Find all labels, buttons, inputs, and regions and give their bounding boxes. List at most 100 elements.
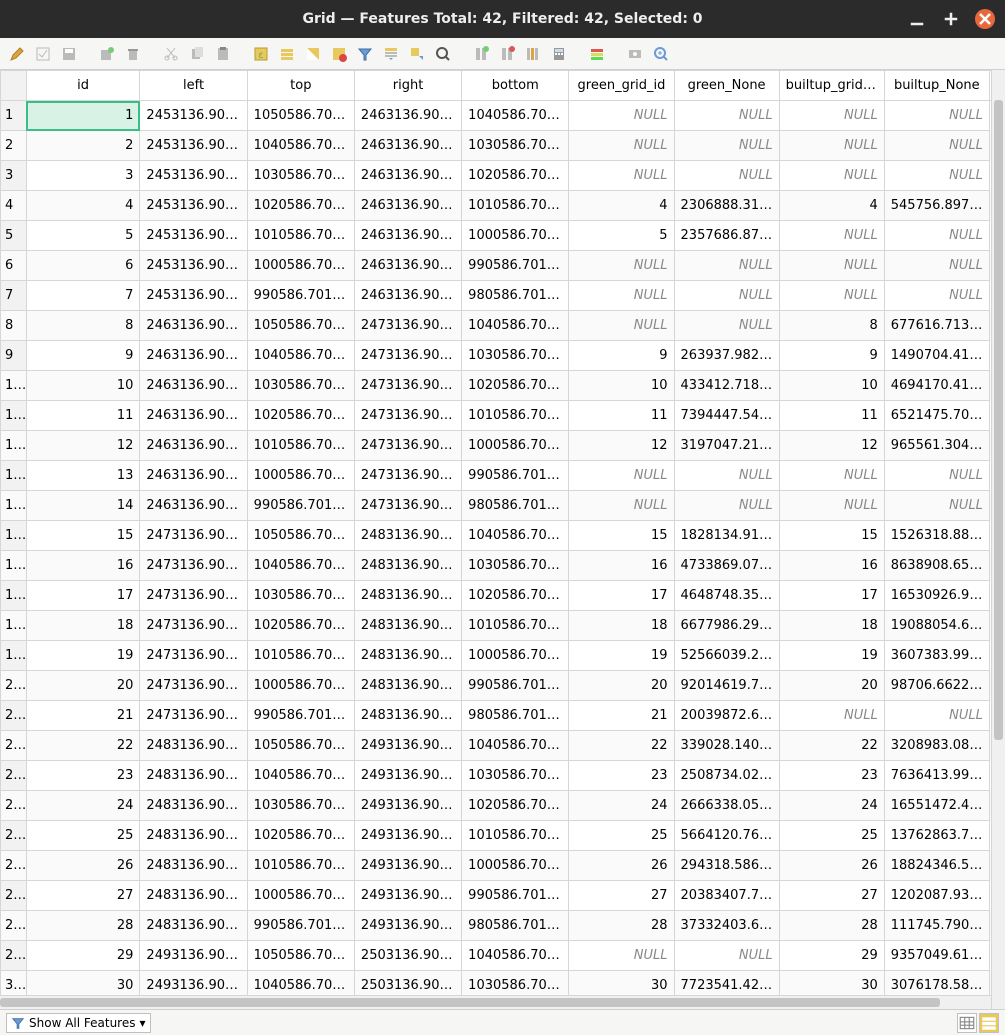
cell[interactable]: 1010586.70… (247, 851, 354, 881)
cell[interactable]: NULL (674, 311, 779, 341)
cell[interactable]: 4648748.35… (674, 581, 779, 611)
select-all-icon[interactable] (276, 43, 298, 65)
cell[interactable]: 2473136.90… (140, 551, 247, 581)
cell[interactable]: NULL (779, 221, 884, 251)
cell[interactable]: 9 (569, 341, 674, 371)
row-number[interactable]: 1 (1, 101, 27, 131)
cell[interactable]: 15 (26, 521, 140, 551)
cell[interactable]: 2306888.31… (674, 191, 779, 221)
cell[interactable]: 23 (569, 761, 674, 791)
cell[interactable]: 21 (569, 701, 674, 731)
cell[interactable]: 27 (26, 881, 140, 911)
cell[interactable]: 22 (779, 731, 884, 761)
cell[interactable]: 18 (569, 611, 674, 641)
cell[interactable]: 4 (569, 191, 674, 221)
cell[interactable]: NULL (884, 701, 989, 731)
cell[interactable]: 2483136.90… (354, 521, 461, 551)
cell[interactable]: 4694170.41… (884, 371, 989, 401)
cell[interactable]: 1000586.70… (247, 881, 354, 911)
cell[interactable]: 2493136.90… (140, 941, 247, 971)
cell[interactable]: 28 (26, 911, 140, 941)
organize-columns-icon[interactable] (522, 43, 544, 65)
row-number[interactable]: 16 (1, 551, 27, 581)
cell[interactable]: 2453136.90… (140, 191, 247, 221)
cell[interactable]: 3208983.08… (884, 731, 989, 761)
cell[interactable]: 1010586.70… (247, 641, 354, 671)
cell[interactable]: 2483136.90… (354, 701, 461, 731)
table-viewport[interactable]: id left top right bottom green_grid_id g… (0, 70, 1005, 1009)
cell[interactable]: 1050586.70… (247, 941, 354, 971)
cell[interactable]: 27 (569, 881, 674, 911)
cell[interactable]: 2483136.90… (140, 851, 247, 881)
cell[interactable]: 2473136.90… (354, 461, 461, 491)
table-row[interactable]: 21212473136.90…990586.701…2483136.90…980… (1, 701, 1005, 731)
cell[interactable]: 2493136.90… (354, 791, 461, 821)
paste-icon[interactable] (212, 43, 234, 65)
cell[interactable]: 2483136.90… (354, 611, 461, 641)
cell[interactable]: 990586.701… (247, 701, 354, 731)
cell[interactable]: 2463136.90… (140, 401, 247, 431)
row-number[interactable]: 26 (1, 851, 27, 881)
row-number[interactable]: 5 (1, 221, 27, 251)
row-number[interactable]: 13 (1, 461, 27, 491)
cell[interactable]: 1000586.70… (247, 671, 354, 701)
cell[interactable]: 17 (26, 581, 140, 611)
corner-cell[interactable] (1, 71, 27, 101)
row-number[interactable]: 14 (1, 491, 27, 521)
cell[interactable]: NULL (674, 161, 779, 191)
table-row[interactable]: 332453136.90…1030586.70…2463136.90…10205… (1, 161, 1005, 191)
table-row[interactable]: 26262483136.90…1010586.70…2493136.90…100… (1, 851, 1005, 881)
cell[interactable]: 92014619.7… (674, 671, 779, 701)
cell[interactable]: NULL (674, 461, 779, 491)
col-header[interactable]: top (247, 71, 354, 101)
row-number[interactable]: 21 (1, 701, 27, 731)
cell[interactable]: 24 (779, 791, 884, 821)
row-number[interactable]: 18 (1, 611, 27, 641)
select-by-expression-icon[interactable]: ε (250, 43, 272, 65)
cell[interactable]: NULL (569, 941, 674, 971)
vertical-scrollbar[interactable] (991, 70, 1005, 1009)
cell[interactable]: 5664120.76… (674, 821, 779, 851)
cell[interactable]: NULL (674, 281, 779, 311)
cell[interactable]: 16530926.9… (884, 581, 989, 611)
cell[interactable]: NULL (884, 101, 989, 131)
cell[interactable]: 5 (26, 221, 140, 251)
horizontal-scrollbar[interactable] (0, 995, 991, 1009)
cell[interactable]: 677616.713… (884, 311, 989, 341)
cell[interactable]: 2463136.90… (140, 461, 247, 491)
cell[interactable]: 16551472.4… (884, 791, 989, 821)
cell[interactable]: 1828134.91… (674, 521, 779, 551)
row-number[interactable]: 9 (1, 341, 27, 371)
table-row[interactable]: 17172473136.90…1030586.70…2483136.90…102… (1, 581, 1005, 611)
cell[interactable]: NULL (569, 101, 674, 131)
cell[interactable]: 13 (26, 461, 140, 491)
cell[interactable]: 1030586.70… (247, 161, 354, 191)
cell[interactable]: 23 (26, 761, 140, 791)
row-number[interactable]: 2 (1, 131, 27, 161)
cell[interactable]: 1040586.70… (462, 731, 569, 761)
cell[interactable]: NULL (884, 491, 989, 521)
cell[interactable]: 2453136.90… (140, 131, 247, 161)
cell[interactable]: 2473136.90… (140, 521, 247, 551)
table-row[interactable]: 20202473136.90…1000586.70…2483136.90…990… (1, 671, 1005, 701)
add-feature-icon[interactable] (96, 43, 118, 65)
cell[interactable]: 16 (26, 551, 140, 581)
row-number[interactable]: 4 (1, 191, 27, 221)
cell[interactable]: 24 (26, 791, 140, 821)
cell[interactable]: 2473136.90… (354, 401, 461, 431)
cell[interactable]: 2453136.90… (140, 161, 247, 191)
cell[interactable]: 980586.701… (462, 281, 569, 311)
cell[interactable]: 990586.701… (462, 461, 569, 491)
table-row[interactable]: 23232483136.90…1040586.70…2493136.90…103… (1, 761, 1005, 791)
cell[interactable]: NULL (674, 131, 779, 161)
cell[interactable]: NULL (779, 461, 884, 491)
cell[interactable]: 990586.701… (462, 251, 569, 281)
close-button[interactable] (975, 9, 995, 29)
cell[interactable]: 4 (779, 191, 884, 221)
table-row[interactable]: 15152473136.90…1050586.70…2483136.90…104… (1, 521, 1005, 551)
row-number[interactable]: 6 (1, 251, 27, 281)
cell[interactable]: 2493136.90… (354, 851, 461, 881)
table-row[interactable]: 22222483136.90…1050586.70…2493136.90…104… (1, 731, 1005, 761)
cell[interactable]: 1010586.70… (247, 431, 354, 461)
cell[interactable]: 52566039.2… (674, 641, 779, 671)
